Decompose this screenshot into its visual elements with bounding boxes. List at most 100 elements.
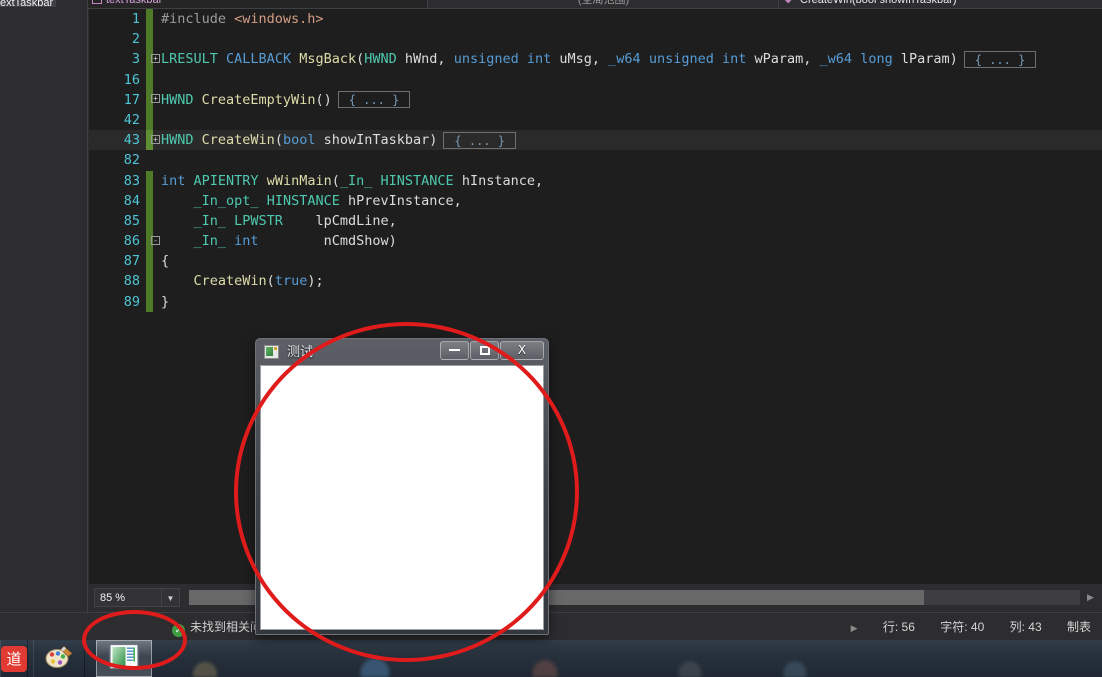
status-overflow-icon[interactable]: ▶ bbox=[840, 614, 869, 642]
code-line[interactable]: 84 _In_opt_ HINSTANCE hPrevInstance, bbox=[89, 190, 1102, 211]
code-token: HWND bbox=[364, 51, 397, 68]
test-app-window[interactable]: 测试 X bbox=[255, 338, 549, 635]
chevron-down-icon[interactable]: ▼ bbox=[162, 588, 180, 607]
code-token: _w64 bbox=[608, 51, 641, 68]
code-token: APIENTRY bbox=[193, 172, 259, 189]
code-token: lParam bbox=[892, 51, 950, 68]
code-token: ( bbox=[331, 172, 340, 189]
window-client-area[interactable] bbox=[260, 365, 544, 630]
code-token: nCmdShow bbox=[258, 233, 389, 250]
code-line[interactable]: 1 #include <windows.h> bbox=[89, 9, 1102, 30]
left-tool-panel: extTaskbar bbox=[0, 0, 88, 612]
minimize-button[interactable] bbox=[440, 341, 469, 360]
navbar-scope-dropdown[interactable]: (全局范围) bbox=[429, 0, 779, 8]
window-title-bar[interactable]: 测试 X bbox=[259, 341, 545, 364]
code-line[interactable]: 83 int APIENTRY wWinMain(_In_ HINSTANCE h… bbox=[89, 170, 1102, 191]
taskbar-button-test-window[interactable] bbox=[96, 640, 152, 677]
expand-icon[interactable]: + bbox=[151, 94, 160, 104]
code-line[interactable]: 88 CreateWin(true); bbox=[89, 271, 1102, 292]
close-icon: X bbox=[517, 343, 527, 357]
expand-icon[interactable]: + bbox=[151, 53, 160, 63]
code-token: HWND bbox=[161, 91, 194, 108]
code-token: HINSTANCE bbox=[266, 192, 340, 209]
taskbar-button-dao[interactable]: 道 bbox=[0, 640, 28, 677]
navbar-scope-label: (全局范围) bbox=[577, 0, 630, 6]
navbar-member-dropdown[interactable]: ◆ CreateWin(bool showInTaskbar) bbox=[780, 0, 1102, 8]
tab-label: textTaskbar bbox=[106, 0, 163, 6]
line-number: 87 bbox=[123, 253, 140, 270]
code-line[interactable]: 87 { bbox=[89, 251, 1102, 272]
code-token: wParam, bbox=[746, 51, 820, 68]
code-line[interactable]: 2 bbox=[89, 29, 1102, 50]
code-line[interactable]: 89} bbox=[89, 291, 1102, 312]
code-text: int APIENTRY wWinMain(_In_ HINSTANCE hIn… bbox=[153, 171, 543, 191]
window-title-text: 测试 bbox=[287, 345, 314, 360]
line-number: 43 bbox=[123, 132, 140, 149]
code-line[interactable]: 43 + HWND CreateWin(bool showInTaskbar) { .… bbox=[89, 130, 1102, 151]
code-token: _In_opt_ bbox=[193, 192, 259, 209]
line-number: 88 bbox=[123, 273, 140, 290]
minimize-icon bbox=[449, 349, 460, 351]
code-editor[interactable]: 1 #include <windows.h> 2 3 + LRESULT CALLBACK… bbox=[89, 9, 1102, 612]
code-token: int bbox=[234, 233, 259, 250]
error-status-label: 未找到相关问 bbox=[190, 620, 263, 634]
error-list-status[interactable]: ✓ 未找到相关问 bbox=[172, 619, 262, 637]
code-token: LPWSTR bbox=[234, 212, 283, 229]
code-text: + LRESULT CALLBACK MsgBack(HWND hWnd, uns… bbox=[151, 49, 1037, 69]
collapsed-block[interactable]: { ... } bbox=[337, 91, 411, 109]
dao-app-icon: 道 bbox=[1, 645, 27, 672]
status-char: 字符: 40 bbox=[940, 620, 985, 634]
line-number: 17 bbox=[123, 91, 140, 108]
collapse-icon[interactable]: - bbox=[151, 235, 160, 245]
windows-taskbar: 道 bbox=[0, 640, 1102, 677]
code-text: } bbox=[153, 292, 169, 312]
code-text: CreateWin(true); bbox=[153, 271, 324, 291]
code-text bbox=[153, 70, 161, 90]
left-panel-tab[interactable]: extTaskbar bbox=[0, 0, 56, 7]
editor-bottom-bar: 85 % ▼ ▶ bbox=[89, 584, 1102, 612]
zoom-level-input[interactable]: 85 % bbox=[94, 588, 162, 607]
line-number: 2 bbox=[131, 31, 140, 48]
editor-tab-strip: textTaskbar (全局范围) ◆ CreateWin(bool show… bbox=[88, 0, 1102, 9]
code-token: HWND bbox=[161, 132, 194, 149]
line-number: 1 bbox=[131, 11, 140, 27]
expand-icon[interactable]: + bbox=[151, 134, 160, 144]
taskbar-button-paint[interactable] bbox=[33, 640, 85, 677]
code-text: { bbox=[153, 251, 169, 271]
line-number: 3 bbox=[131, 51, 140, 68]
close-button[interactable]: X bbox=[500, 341, 544, 360]
scroll-right-arrow-icon[interactable]: ▶ bbox=[1083, 590, 1098, 605]
code-line[interactable]: 42 bbox=[89, 109, 1102, 131]
visual-studio-window: extTaskbar textTaskbar (全局范围) ◆ CreateWi… bbox=[0, 0, 1102, 640]
tab-texttaskbar[interactable]: textTaskbar bbox=[88, 0, 428, 8]
code-line[interactable]: 86 - _In_ int nCmdShow) bbox=[89, 231, 1102, 252]
code-lines: 1 #include <windows.h> 2 3 + LRESULT CALLBACK… bbox=[89, 9, 1102, 312]
code-token: () bbox=[315, 91, 332, 108]
code-line[interactable]: 85 _In_ LPWSTR lpCmdLine, bbox=[89, 210, 1102, 232]
code-token: ); bbox=[307, 273, 324, 290]
paint-palette-icon bbox=[44, 642, 74, 675]
code-line[interactable]: 16 bbox=[89, 69, 1102, 90]
code-text bbox=[153, 150, 161, 170]
maximize-button[interactable] bbox=[470, 341, 499, 360]
dao-icon-label: 道 bbox=[1, 645, 27, 672]
collapsed-block[interactable]: { ... } bbox=[443, 131, 516, 149]
collapsed-block[interactable]: { ... } bbox=[963, 50, 1037, 68]
code-line[interactable]: 82 bbox=[89, 150, 1102, 170]
code-token: _w64 bbox=[819, 51, 853, 68]
code-text: + HWND CreateEmptyWin() { ... } bbox=[151, 90, 411, 110]
code-token: int bbox=[526, 51, 552, 68]
code-token: ( bbox=[266, 273, 275, 290]
code-line[interactable]: 3 + LRESULT CALLBACK MsgBack(HWND hWnd, un… bbox=[89, 49, 1102, 70]
code-line[interactable]: 17 + HWND CreateEmptyWin() { ... } bbox=[89, 89, 1102, 110]
taskbar-background-blur bbox=[0, 640, 1102, 677]
screen: extTaskbar textTaskbar (全局范围) ◆ CreateWi… bbox=[0, 0, 1102, 677]
